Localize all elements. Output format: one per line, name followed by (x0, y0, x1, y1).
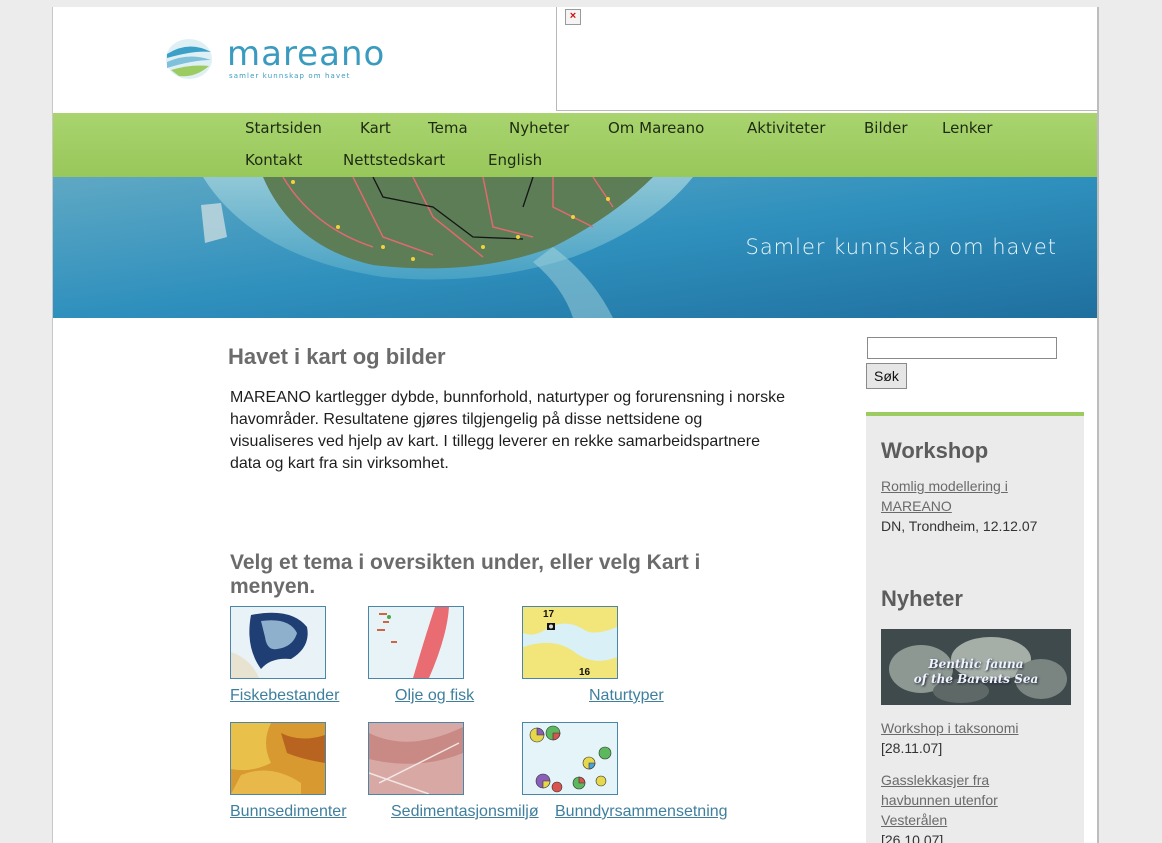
news-image-caption-line1: Benthic fauna (928, 657, 1024, 671)
news-item-link[interactable]: Gasslekkasjer fra havbunnen utenfor Vest… (881, 770, 1031, 830)
thumb-olje-og-fisk[interactable] (368, 606, 464, 679)
nav-kontakt[interactable]: Kontakt (245, 151, 302, 169)
nav-lenker[interactable]: Lenker (942, 119, 992, 137)
banner-placeholder: × (556, 7, 1097, 111)
nav-startsiden[interactable]: Startsiden (245, 119, 322, 137)
hero-banner: Samler kunnskap om havet (53, 177, 1097, 318)
news-image-caption-line2: of the Barents Sea (913, 672, 1039, 686)
news-heading: Nyheter (881, 586, 963, 611)
page: mareano samler kunnskap om havet × Start… (52, 7, 1099, 843)
theme-heading: Velg et tema i oversikten under, eller v… (230, 551, 701, 598)
thumb-bunnsedimenter[interactable] (230, 722, 326, 795)
news-item-date: [26.10.07] (881, 832, 944, 843)
hero-caption: Samler kunnskap om havet (745, 235, 1057, 259)
link-sedimentasjonsmiljo[interactable]: Sedimentasjonsmiljø (391, 803, 539, 821)
link-bunndyrsammensetning[interactable]: Bunndyrsammensetning (555, 803, 728, 821)
page-title: Havet i kart og bilder (228, 344, 446, 369)
link-fiskebestander[interactable]: Fiskebestander (230, 687, 339, 705)
nav-om-mareano[interactable]: Om Mareano (608, 119, 704, 137)
search-input[interactable] (867, 337, 1057, 359)
broken-image-icon: × (565, 9, 581, 25)
workshop-link[interactable]: Romlig modellering i MAREANO (881, 476, 1061, 516)
thumb-fiskebestander[interactable] (230, 606, 326, 679)
nav-kart[interactable]: Kart (360, 119, 391, 137)
link-olje-og-fisk[interactable]: Olje og fisk (395, 687, 474, 705)
thumb-sedimentasjonsmiljo[interactable] (368, 722, 464, 795)
link-naturtyper[interactable]: Naturtyper (589, 687, 664, 705)
thumb-bunndyrsammensetning[interactable] (522, 722, 618, 795)
nav-bilder[interactable]: Bilder (864, 119, 908, 137)
mareano-logo-icon[interactable] (165, 38, 213, 80)
news-image-benthic-fauna[interactable]: Benthic fauna of the Barents Sea (881, 629, 1071, 705)
site-header: mareano samler kunnskap om havet × (53, 7, 1097, 111)
naturtyper-number-16: 16 (579, 667, 591, 678)
workshop-heading: Workshop (881, 438, 989, 463)
nav-tema[interactable]: Tema (428, 119, 468, 137)
main-nav: Startsiden Kart Tema Nyheter Om Mareano … (53, 113, 1097, 177)
nav-nettstedskart[interactable]: Nettstedskart (343, 151, 445, 169)
news-item-date: [28.11.07] (881, 740, 943, 756)
logo-wordmark[interactable]: mareano (227, 37, 385, 71)
news-item-link[interactable]: Workshop i taksonomi (881, 718, 1018, 738)
nav-english[interactable]: English (488, 151, 542, 169)
logo-tagline: samler kunnskap om havet (229, 72, 351, 80)
sidebar: Workshop Romlig modellering i MAREANO DN… (866, 412, 1084, 843)
nav-aktiviteter[interactable]: Aktiviteter (747, 119, 825, 137)
nav-nyheter[interactable]: Nyheter (509, 119, 569, 137)
naturtyper-number-17: 17 (543, 609, 555, 620)
workshop-details: DN, Trondheim, 12.12.07 (881, 518, 1038, 534)
intro-text: MAREANO kartlegger dybde, bunnforhold, n… (230, 389, 785, 472)
thumb-naturtyper[interactable]: 17 16 (522, 606, 618, 679)
link-bunnsedimenter[interactable]: Bunnsedimenter (230, 803, 347, 821)
search-button[interactable]: Søk (866, 363, 907, 389)
